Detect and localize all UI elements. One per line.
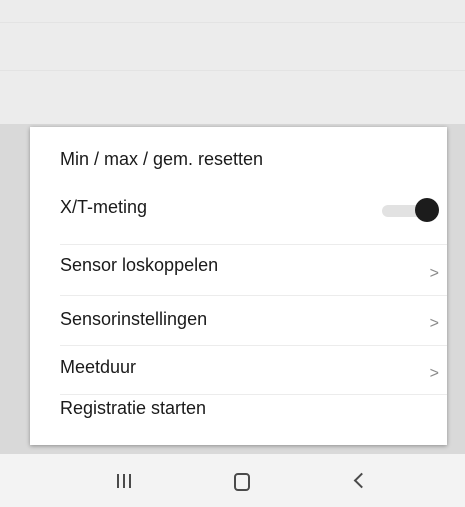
- chevron-right-icon: >: [429, 365, 439, 382]
- menu-item-xt-measurement[interactable]: X/T-meting: [30, 183, 447, 233]
- menu-item-measurement-duration[interactable]: Meetduur >: [30, 346, 447, 396]
- toggle-knob: [415, 198, 439, 222]
- app-header-background: [0, 0, 465, 124]
- menu-item-label: Registratie starten: [60, 398, 207, 418]
- menu-item-sensor-settings[interactable]: Sensorinstellingen >: [30, 296, 447, 346]
- menu-item-label: X/T-meting: [60, 197, 148, 217]
- menu-item-reset-min-max-avg[interactable]: Min / max / gem. resetten: [30, 135, 447, 185]
- back-icon: [353, 472, 370, 489]
- options-menu: Min / max / gem. resetten X/T-meting Sen…: [30, 127, 447, 445]
- recents-icon: [117, 474, 133, 488]
- home-icon: [234, 473, 250, 491]
- back-button[interactable]: [330, 454, 390, 507]
- recents-button[interactable]: [95, 454, 155, 507]
- xt-measurement-toggle[interactable]: [382, 198, 440, 224]
- system-navigation-bar: [0, 454, 465, 507]
- phone-screen: Min / max / gem. resetten X/T-meting Sen…: [0, 0, 465, 507]
- menu-item-start-recording[interactable]: Registratie starten: [30, 395, 447, 445]
- menu-item-disconnect-sensor[interactable]: Sensor loskoppelen >: [30, 245, 447, 295]
- chevron-right-icon: >: [429, 315, 439, 332]
- menu-item-label: Meetduur: [60, 357, 137, 377]
- menu-item-label: Sensor loskoppelen: [60, 255, 219, 275]
- chevron-right-icon: >: [429, 265, 439, 282]
- header-divider: [0, 70, 465, 71]
- home-button[interactable]: [212, 454, 272, 507]
- header-divider: [0, 22, 465, 23]
- menu-item-label: Sensorinstellingen: [60, 309, 208, 329]
- menu-item-label: Min / max / gem. resetten: [60, 149, 264, 169]
